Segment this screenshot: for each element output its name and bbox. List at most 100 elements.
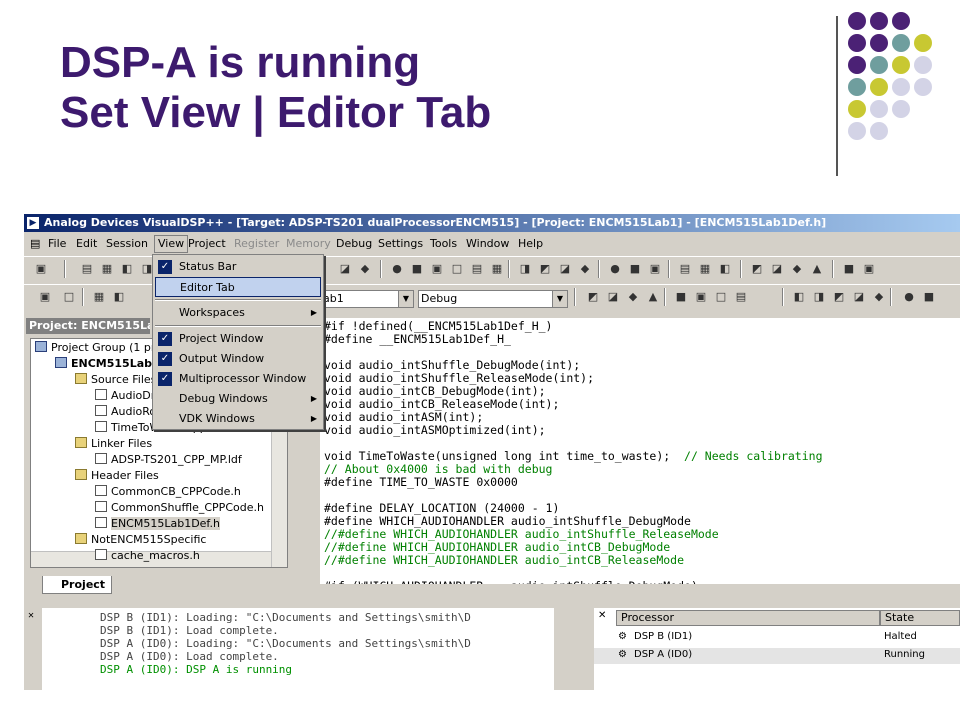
undo-icon[interactable]: ◪ [336,261,354,277]
code-editor[interactable]: #if !defined(__ENCM515Lab1Def_H_) #define… [320,318,960,584]
view-menu-item-multiprocessor-window[interactable]: ✓ Multiprocessor Window [155,369,321,389]
register-icon[interactable]: ◪ [768,261,786,277]
tree-item[interactable]: ENCM515Lab1Def.h [95,517,220,530]
brace-icon[interactable]: ◧ [790,289,808,305]
build-icon[interactable]: ◩ [536,261,554,277]
column-header-state[interactable]: State [880,610,960,626]
processor-row[interactable]: ⚙ DSP B (ID1) Halted [594,630,960,646]
menu-window[interactable]: Window [466,237,509,250]
replace-icon[interactable]: ▣ [428,261,446,277]
halt-all-icon[interactable]: ▣ [692,289,710,305]
tree-item[interactable]: NotENCM515Specific [75,533,206,546]
view-menu-item-status-bar[interactable]: ✓ Status Bar [155,257,321,277]
toolbar-separator [832,260,834,278]
stop-icon[interactable]: ◆ [576,261,594,277]
code-text: void audio_intCB_DebugMode(int); [324,384,546,398]
window-cascade-icon[interactable]: ▣ [860,261,878,277]
processor-row[interactable]: ⚙ DSP A (ID0) Running [594,648,960,664]
goto-icon[interactable]: ▤ [468,261,486,277]
step-into-icon[interactable]: ◪ [604,289,622,305]
options-icon[interactable]: ◧ [110,289,128,305]
menu-settings[interactable]: Settings [378,237,423,250]
save-icon[interactable]: ◧ [118,261,136,277]
compile-icon[interactable]: ◨ [516,261,534,277]
magnet-icon[interactable]: ▲ [808,261,826,277]
code-comment: // Needs calibrating [670,449,823,463]
menu-memory[interactable]: Memory [286,237,331,250]
step-out-icon[interactable]: ◆ [624,289,642,305]
find-icon[interactable]: ● [388,261,406,277]
code-text: #define DELAY_LOCATION (24000 - 1) [324,501,560,515]
tree-item[interactable]: Linker Files [75,437,152,450]
toolbar-separator [740,260,742,278]
view-menu-item-project-window[interactable]: ✓ Project Window [155,329,321,349]
tree-item[interactable]: CommonCB_CPPCode.h [95,485,241,498]
tree-item[interactable]: CommonShuffle_CPPCode.h [95,501,264,514]
tree-item[interactable]: ENCM515Lab1 [55,357,160,370]
menu-session[interactable]: Session [106,237,148,250]
memory-icon[interactable]: ◩ [748,261,766,277]
view-menu-item-workspaces[interactable]: Workspaces ▶ [155,303,321,323]
new-file-icon[interactable]: ▤ [78,261,96,277]
debug-run-icon[interactable]: ▣ [32,261,50,277]
menu-project[interactable]: Project [188,237,226,250]
config-combo[interactable]: ab1 ▼ [320,290,414,308]
chevron-down-icon[interactable]: ▼ [398,291,413,307]
watch-icon[interactable]: ◆ [788,261,806,277]
dsp-a-icon[interactable]: ▤ [676,261,694,277]
menu-edit[interactable]: Edit [76,237,97,250]
tab-project[interactable]: Project [42,576,112,594]
tree-item[interactable]: ADSP-TS201_CPP_MP.ldf [95,453,242,466]
run-to-cursor-icon[interactable]: ▲ [644,289,662,305]
menu-debug[interactable]: Debug [336,237,372,250]
redo-icon[interactable]: ◆ [356,261,374,277]
window-titlebar[interactable]: ▶ Analog Devices VisualDSP++ - [Target: … [24,214,960,232]
tree-item[interactable]: Source Files [75,373,156,386]
window-split-icon[interactable]: ■ [920,289,938,305]
brace-prev-icon[interactable]: ◪ [850,289,868,305]
find-next-icon[interactable]: ■ [408,261,426,277]
close-icon[interactable]: □ [60,289,78,305]
halt-icon[interactable]: ■ [672,289,690,305]
view-menu-item-output-window[interactable]: ✓ Output Window [155,349,321,369]
project-icon[interactable]: ▦ [90,289,108,305]
window-icon[interactable]: ▦ [488,261,506,277]
app-icon: ▶ [27,217,39,229]
chevron-down-icon[interactable]: ▼ [552,291,567,307]
code-text: void audio_intShuffle_DebugMode(int); [324,358,581,372]
tree-item[interactable]: cache_macros.h [95,549,200,562]
run-icon[interactable]: □ [712,289,730,305]
code-line: //#define WHICH_AUDIOHANDLER audio_intCB… [324,554,684,567]
output-window[interactable]: ✕ DSP B (ID1): Loading: "C:\Documents an… [24,606,554,690]
open-icon[interactable]: ▦ [98,261,116,277]
file-icon [95,549,107,560]
rebuild-icon[interactable]: ◪ [556,261,574,277]
tool-icon[interactable]: ◆ [870,289,888,305]
bookmark-icon[interactable]: □ [448,261,466,277]
brace-group-icon[interactable]: ◨ [810,289,828,305]
window-grid-icon[interactable]: ● [900,289,918,305]
tree-item[interactable]: Header Files [75,469,159,482]
dsp-c-icon[interactable]: ◧ [716,261,734,277]
brace-next-icon[interactable]: ◩ [830,289,848,305]
view-menu-item-debug-windows[interactable]: Debug Windows ▶ [155,389,321,409]
menu-view[interactable]: View [154,235,189,253]
run-all-icon[interactable]: ▤ [732,289,750,305]
menu-help[interactable]: Help [518,237,543,250]
menu-register[interactable]: Register [234,237,279,250]
build-combo[interactable]: Debug ▼ [418,290,568,308]
column-header-processor[interactable]: Processor [616,610,880,626]
dsp-b-icon[interactable]: ▦ [696,261,714,277]
help-icon[interactable]: ■ [626,261,644,277]
view-menu-item-vdk-windows[interactable]: VDK Windows ▶ [155,409,321,429]
breakpoint-icon[interactable]: ● [606,261,624,277]
add-file-icon[interactable]: ▣ [36,289,54,305]
view-menu-item-editor-tab[interactable]: Editor Tab [155,277,321,297]
context-help-icon[interactable]: ▣ [646,261,664,277]
menu-tools[interactable]: Tools [430,237,457,250]
step-over-icon[interactable]: ◩ [584,289,602,305]
close-icon[interactable]: ✕ [28,610,34,621]
close-icon[interactable]: ✕ [598,610,606,621]
window-tile-icon[interactable]: ■ [840,261,858,277]
menu-file[interactable]: File [48,237,66,250]
